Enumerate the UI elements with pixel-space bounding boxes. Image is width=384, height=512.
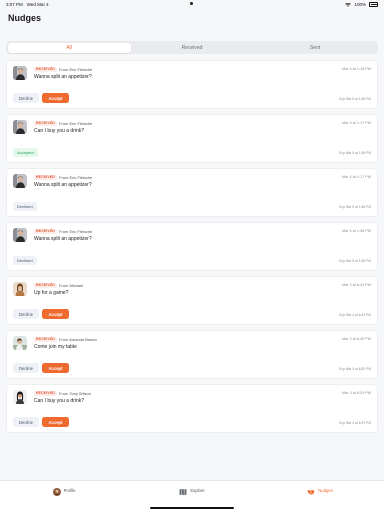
status-time: 3:07 PM xyxy=(6,2,23,7)
received-badge: RECEIVED xyxy=(34,120,57,127)
sender-name: From Eric Fleische xyxy=(59,228,93,234)
wifi-icon xyxy=(345,2,352,7)
accept-button[interactable]: Accept xyxy=(42,93,69,103)
nudge-message: Up for a game? xyxy=(34,290,69,296)
expiry-time: Exp Mar 4 at 6:43 PM xyxy=(339,313,371,317)
expiry-time: Exp Mar 5 at 1:58 PM xyxy=(339,97,371,101)
sent-time: Mar 4 at 1:17 PM xyxy=(341,174,371,179)
nudge-actions: Decline Accept xyxy=(13,417,69,427)
segment-all[interactable]: All xyxy=(7,42,131,53)
tab-nudges[interactable]: Nudges xyxy=(256,481,384,512)
received-badge: RECEIVED xyxy=(34,282,57,289)
handshake-icon xyxy=(307,488,315,496)
battery-icon xyxy=(369,2,378,7)
expiry-time: Exp Mar 5 at 1:58 PM xyxy=(339,205,371,209)
map-icon xyxy=(179,488,187,496)
accepted-status: Accepted xyxy=(13,148,38,157)
received-badge: RECEIVED xyxy=(34,336,57,343)
received-badge: RECEIVED xyxy=(34,228,57,235)
nudge-message: Can I buy you a drink? xyxy=(34,128,85,134)
received-badge: RECEIVED xyxy=(34,174,57,181)
tab-nudges-label: Nudges xyxy=(318,488,333,493)
accept-button[interactable]: Accept xyxy=(42,363,69,373)
decline-button[interactable]: Decline xyxy=(13,363,39,373)
camera-dot xyxy=(190,2,193,5)
nudge-actions: Decline Accept xyxy=(13,309,69,319)
nudge-card: RECEIVED From Eric Fleische Mar 4 at 1:1… xyxy=(6,60,378,109)
declined-status: Declined xyxy=(13,202,37,211)
accept-button[interactable]: Accept xyxy=(42,417,69,427)
avatar xyxy=(13,174,27,188)
avatar xyxy=(13,228,27,242)
nudge-card: RECEIVED From Eric Fleische Mar 4 at 1:1… xyxy=(6,168,378,217)
nudge-card: RECEIVED From Amanda Barker Mar 3 at 6:3… xyxy=(6,330,378,379)
page-title: Nudges xyxy=(8,13,42,23)
nudge-message: Wanna split an appetizer? xyxy=(34,74,92,80)
decline-button[interactable]: Decline xyxy=(13,93,39,103)
expiry-time: Exp Mar 4 at 6:29 PM xyxy=(339,421,371,425)
avatar xyxy=(13,66,27,80)
sender-name: From Eric Fleische xyxy=(59,66,93,72)
sender-name: From Eric Fleische xyxy=(59,120,93,126)
sent-time: Mar 4 at 1:17 PM xyxy=(341,120,371,125)
battery-percent: 100% xyxy=(354,2,366,7)
nudge-message: Can I buy you a drink? xyxy=(34,398,85,404)
expiry-time: Exp Mar 5 at 1:58 PM xyxy=(339,259,371,263)
status-date: Wed Mar 4 xyxy=(26,2,49,7)
nudge-card: RECEIVED From Eric Fleische Mar 4 at 1:1… xyxy=(6,114,378,163)
nudge-card: RECEIVED From Eric Fleische Mar 4 at 1:0… xyxy=(6,222,378,271)
nudge-message: Wanna split an appetizer? xyxy=(34,236,92,242)
expiry-time: Exp Mar 4 at 6:30 PM xyxy=(339,367,371,371)
sender-name: From Tony Wilson xyxy=(59,390,91,396)
decline-button[interactable]: Decline xyxy=(13,309,39,319)
nudge-actions: Accepted xyxy=(13,148,38,157)
avatar xyxy=(13,120,27,134)
avatar xyxy=(13,336,27,350)
segment-sent[interactable]: Sent xyxy=(254,43,377,53)
declined-status: Declined xyxy=(13,256,37,265)
sent-time: Mar 3 at 6:43 PM xyxy=(341,282,371,287)
received-badge: RECEIVED xyxy=(34,390,57,397)
decline-button[interactable]: Decline xyxy=(13,417,39,427)
nudge-actions: Declined xyxy=(13,202,37,211)
filter-segmented-control: All Received Sent xyxy=(6,41,378,54)
sender-name: From Eric Fleische xyxy=(59,174,93,180)
home-indicator xyxy=(150,507,234,509)
accept-button[interactable]: Accept xyxy=(42,309,69,319)
nudge-card: RECEIVED From Michael Mar 3 at 6:43 PM U… xyxy=(6,276,378,325)
tab-profile-label: Profile xyxy=(63,488,76,493)
status-left: 3:07 PM Wed Mar 4 xyxy=(6,2,49,7)
tab-profile[interactable]: Profile xyxy=(0,481,128,512)
segment-received[interactable]: Received xyxy=(131,43,254,53)
status-right: 100% xyxy=(345,2,378,7)
nudge-list: RECEIVED From Eric Fleische Mar 4 at 1:1… xyxy=(0,60,384,433)
nudge-actions: Decline Accept xyxy=(13,363,69,373)
avatar xyxy=(13,282,27,296)
received-badge: RECEIVED xyxy=(34,66,57,73)
profile-avatar-icon xyxy=(52,488,61,496)
avatar xyxy=(13,390,27,404)
sent-time: Mar 4 at 1:18 PM xyxy=(341,66,371,71)
sent-time: Mar 3 at 6:29 PM xyxy=(341,390,371,395)
nudge-message: Come join my table xyxy=(34,344,77,350)
nudge-message: Wanna split an appetizer? xyxy=(34,182,92,188)
sent-time: Mar 4 at 1:08 PM xyxy=(341,228,371,233)
sender-name: From Amanda Barker xyxy=(59,336,98,342)
nudge-actions: Decline Accept xyxy=(13,93,69,103)
sender-name: From Michael xyxy=(59,282,84,288)
bottom-tab-bar: Profile Explore Nudges xyxy=(0,480,384,512)
sent-time: Mar 3 at 6:30 PM xyxy=(341,336,371,341)
nudge-actions: Declined xyxy=(13,256,37,265)
tab-explore-label: Explore xyxy=(190,488,205,493)
nudge-card: RECEIVED From Tony Wilson Mar 3 at 6:29 … xyxy=(6,384,378,433)
expiry-time: Exp Mar 5 at 1:58 PM xyxy=(339,151,371,155)
